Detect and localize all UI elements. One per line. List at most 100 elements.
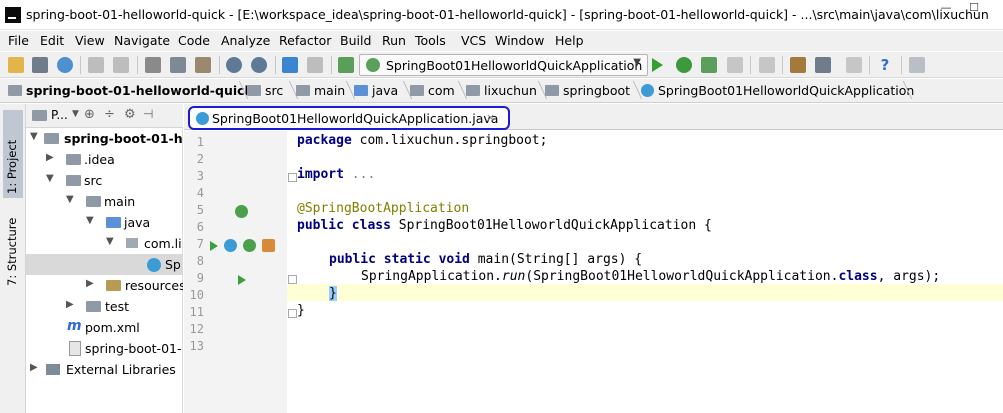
breadcrumb-item-class[interactable]: SpringBoot01HelloworldQuickApplication xyxy=(641,83,914,98)
run-configuration-select[interactable]: SpringBoot01HelloworldQuickApplication ▼ xyxy=(359,54,648,76)
window-title: spring-boot-01-helloworld-quick - [E:\wo… xyxy=(26,7,989,22)
tree-row[interactable]: ▼ java xyxy=(26,212,183,233)
menu-refactor[interactable]: Refactor xyxy=(279,33,331,48)
close-icon[interactable]: × xyxy=(486,111,495,124)
menu-code[interactable]: Code xyxy=(178,33,210,48)
chevron-right-icon[interactable]: ▶ xyxy=(86,278,94,289)
spring-config-icon[interactable] xyxy=(262,239,275,252)
replace-icon[interactable] xyxy=(251,57,267,73)
open-icon[interactable] xyxy=(8,57,24,73)
maven-icon: m xyxy=(67,318,82,334)
folder-icon xyxy=(296,85,310,96)
maximize-button[interactable]: ☐ xyxy=(960,0,988,18)
tool-tab-project[interactable]: 1: Project xyxy=(3,110,23,198)
build-icon[interactable] xyxy=(338,57,354,73)
chevron-right-icon[interactable]: ▶ xyxy=(66,299,74,310)
paste-icon[interactable] xyxy=(195,57,211,73)
download-icon[interactable] xyxy=(846,57,862,73)
menu-analyze[interactable]: Analyze xyxy=(221,33,270,48)
menu-help[interactable]: Help xyxy=(555,33,584,48)
line-number: 11 xyxy=(189,305,204,319)
tree-row[interactable]: ▼ src xyxy=(26,170,183,191)
tree-row[interactable]: ▶ .idea xyxy=(26,149,183,170)
class-gutter-icon[interactable] xyxy=(224,239,237,252)
line-number: 6 xyxy=(196,220,204,234)
chevron-down-icon[interactable]: ▼ xyxy=(46,173,54,184)
breadcrumb-item-springboot[interactable]: springboot xyxy=(545,83,630,98)
editor-tab-active[interactable]: SpringBoot01HelloworldQuickApplication.j… xyxy=(188,106,510,130)
debug-icon[interactable] xyxy=(676,57,692,73)
settings-icon[interactable] xyxy=(790,57,806,73)
tree-row-selected[interactable]: Sp xyxy=(26,254,183,275)
menu-window[interactable]: Window xyxy=(495,33,544,48)
code-text: , args); xyxy=(877,269,941,284)
tree-label: java xyxy=(124,215,151,230)
menu-tools[interactable]: Tools xyxy=(415,33,446,48)
spring-bean-icon[interactable] xyxy=(243,239,256,252)
menu-view[interactable]: View xyxy=(75,33,105,48)
help-icon[interactable]: ? xyxy=(877,57,893,73)
collapse-all-icon[interactable]: ÷ xyxy=(104,107,115,122)
run-icon[interactable] xyxy=(652,58,663,72)
back-icon[interactable] xyxy=(282,57,298,73)
breadcrumb-item-project[interactable]: spring-boot-01-helloworld-quick xyxy=(8,83,253,98)
undo-icon[interactable] xyxy=(88,57,104,73)
tree-row[interactable]: ▶ External Libraries xyxy=(26,359,183,380)
hide-icon[interactable]: ⊣ xyxy=(143,107,153,121)
folded-imports[interactable]: ... xyxy=(344,167,376,182)
tree-row[interactable]: m pom.xml xyxy=(26,317,183,338)
tool-tab-structure[interactable]: 7: Structure xyxy=(3,200,21,290)
menu-run[interactable]: Run xyxy=(382,33,406,48)
gear-icon[interactable]: ⚙ xyxy=(124,107,136,122)
chevron-down-icon[interactable]: ▼ xyxy=(86,215,94,226)
line-number: 9 xyxy=(196,271,204,285)
breadcrumb-item-lixuchun[interactable]: lixuchun xyxy=(466,83,537,98)
coverage-icon[interactable] xyxy=(701,57,717,73)
minimize-button[interactable]: — xyxy=(932,0,960,18)
spring-bean-icon[interactable] xyxy=(235,205,248,218)
redo-icon[interactable] xyxy=(113,57,129,73)
tree-row[interactable]: ▼ main xyxy=(26,191,183,212)
chevron-down-icon[interactable]: ▼ xyxy=(66,194,74,205)
tree-row[interactable]: ▶ test xyxy=(26,296,183,317)
tree-label: src xyxy=(84,173,103,188)
tree-row[interactable]: ▼ spring-boot-01-hel xyxy=(26,128,183,149)
menu-edit[interactable]: Edit xyxy=(40,33,64,48)
forward-icon[interactable] xyxy=(307,57,323,73)
save-icon[interactable] xyxy=(32,57,48,73)
chevron-right-icon[interactable]: ▶ xyxy=(30,362,38,373)
chevron-down-icon[interactable]: ▼ xyxy=(30,131,38,142)
stop-icon[interactable] xyxy=(727,57,743,73)
sync-icon[interactable] xyxy=(57,57,73,73)
chevron-right-icon[interactable]: ▶ xyxy=(46,152,54,163)
chevron-down-icon[interactable]: ▼ xyxy=(72,109,79,119)
folder-icon xyxy=(66,154,81,165)
menu-file[interactable]: File xyxy=(8,33,29,48)
run-gutter-icon[interactable] xyxy=(210,241,218,251)
module-folder-icon xyxy=(8,85,22,96)
scroll-from-source-icon[interactable]: ⊕ xyxy=(84,107,95,122)
project-structure-icon[interactable] xyxy=(759,57,775,73)
code-area[interactable]: package com.lixuchun.springboot; import … xyxy=(287,131,1003,413)
breadcrumb-item-src[interactable]: src xyxy=(247,83,283,98)
run-gutter-icon[interactable] xyxy=(238,275,246,285)
cut-icon[interactable] xyxy=(145,57,161,73)
folder-icon xyxy=(66,175,81,186)
chevron-down-icon[interactable]: ▼ xyxy=(106,236,114,247)
breadcrumb-label: com xyxy=(428,83,455,98)
find-icon[interactable] xyxy=(226,57,242,73)
menu-vcs[interactable]: VCS xyxy=(461,33,486,48)
tasks-icon[interactable] xyxy=(909,57,925,73)
sdk-icon[interactable] xyxy=(815,57,831,73)
copy-icon[interactable] xyxy=(170,57,186,73)
folder-icon xyxy=(86,196,101,207)
project-view-select[interactable]: P... xyxy=(51,108,68,122)
tree-row[interactable]: spring-boot-01- xyxy=(26,338,183,359)
menu-navigate[interactable]: Navigate xyxy=(114,33,170,48)
menu-build[interactable]: Build xyxy=(340,33,371,48)
tree-row[interactable]: ▼ com.li xyxy=(26,233,183,254)
breadcrumb-item-com[interactable]: com xyxy=(410,83,455,98)
breadcrumb-item-main[interactable]: main xyxy=(296,83,345,98)
tree-row[interactable]: ▶ resources xyxy=(26,275,183,296)
breadcrumb-item-java[interactable]: java xyxy=(354,83,398,98)
